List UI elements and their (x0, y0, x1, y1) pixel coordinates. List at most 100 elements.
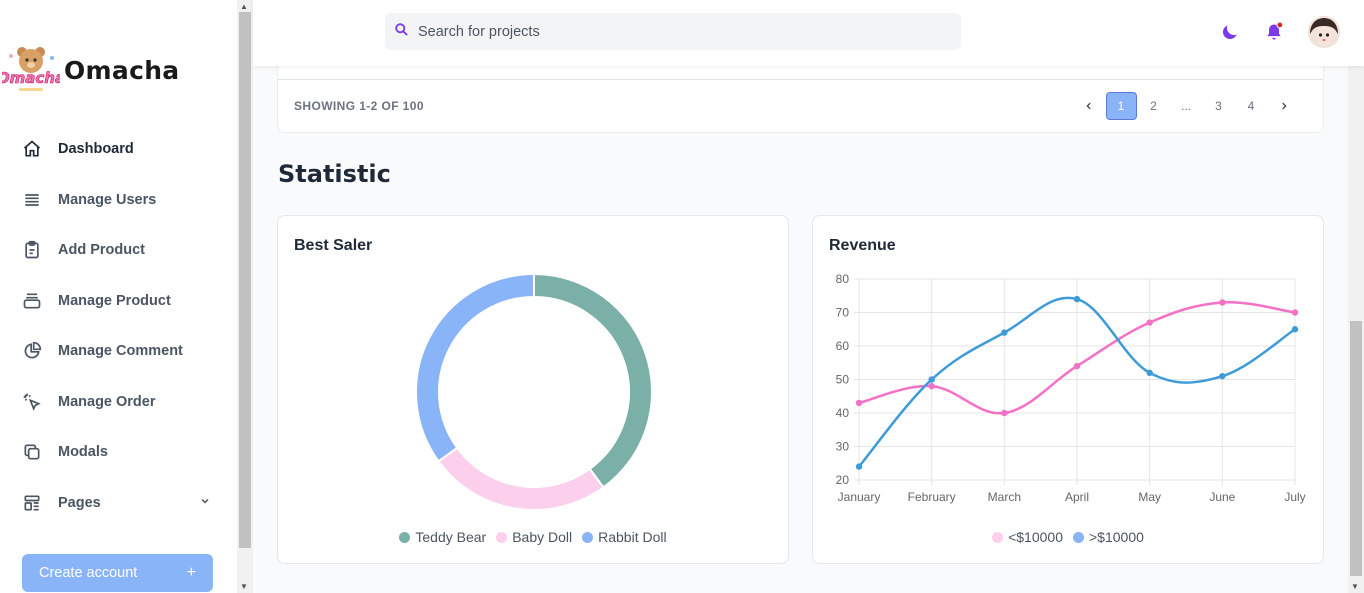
legend-swatch (582, 531, 594, 543)
y-tick-label: 50 (836, 373, 850, 387)
next-page-chevron-icon[interactable] (1268, 92, 1299, 120)
legend-item-teddy-bear[interactable]: Teddy Bear (399, 529, 486, 545)
revenue-card: Revenue 20 30 40 50 60 70 80 January February Mar… (812, 215, 1324, 564)
sidebar-item-modals[interactable]: Modals (0, 427, 237, 478)
data-point[interactable] (855, 399, 863, 407)
donut-slice-baby-doll[interactable] (437, 446, 605, 511)
legend-swatch (399, 531, 411, 543)
scroll-down-arrow-icon[interactable]: ▼ (240, 582, 248, 591)
teddy-logo-icon: Omacha (0, 42, 65, 98)
sidebar-item-manage-product[interactable]: Manage Product (0, 276, 237, 327)
sidebar-item-pages[interactable]: Pages (0, 478, 237, 529)
sidebar-item-label: Pages (58, 494, 101, 511)
legend-item-rabbit-doll[interactable]: Rabbit Doll (582, 529, 667, 545)
table-footer: SHOWING 1-2 OF 100 1 2 ... 3 4 (277, 66, 1324, 133)
page-ellipsis: ... (1180, 99, 1191, 113)
create-account-button[interactable]: Create account + (22, 554, 213, 592)
create-account-label: Create account (39, 565, 138, 581)
legend-label: Rabbit Doll (598, 529, 667, 545)
brand-logo[interactable]: Omacha Omacha (0, 42, 180, 98)
legend-swatch (992, 531, 1004, 543)
legend-swatch (1073, 531, 1084, 543)
data-point[interactable] (1146, 369, 1153, 376)
sidebar-item-label: Manage Order (58, 393, 156, 410)
data-point[interactable] (1291, 309, 1299, 316)
main-scrollbar[interactable]: ▼ (1348, 66, 1364, 593)
sidebar-item-manage-users[interactable]: Manage Users (0, 175, 237, 226)
data-point[interactable] (1001, 329, 1008, 336)
cursor-click-icon (22, 392, 42, 412)
plus-icon: + (186, 564, 196, 581)
donut-slice-teddy-bear[interactable] (533, 272, 653, 489)
sidebar-nav: Dashboard Manage Users Add Product Manag… (0, 124, 237, 528)
y-tick-label: 20 (836, 473, 850, 487)
search-input[interactable] (418, 23, 918, 40)
donut-slice-rabbit-doll[interactable] (415, 272, 535, 463)
legend-item-baby-doll[interactable]: Baby Doll (496, 529, 572, 545)
chart-legend: <$10000 >$10000 (813, 529, 1323, 545)
x-tick-label: May (1138, 490, 1161, 504)
search-bar[interactable] (385, 13, 961, 50)
data-point[interactable] (1001, 409, 1008, 417)
template-icon (22, 493, 42, 513)
chevron-down-icon[interactable] (199, 495, 211, 511)
data-point[interactable] (1073, 362, 1081, 370)
line-chart: 20 30 40 50 60 70 80 January February March April M… (836, 272, 1306, 504)
y-tick-label: 60 (836, 339, 850, 353)
x-tick-label: June (1209, 490, 1235, 504)
page-button-3[interactable]: 3 (1203, 92, 1234, 120)
scroll-down-arrow-icon[interactable]: ▼ (1351, 582, 1359, 591)
sidebar-item-manage-order[interactable]: Manage Order (0, 377, 237, 428)
sidebar-scrollbar[interactable]: ▲ ▼ (237, 0, 253, 593)
home-icon (22, 139, 42, 159)
y-tick-label: 40 (836, 406, 850, 420)
scroll-up-arrow-icon[interactable]: ▲ (240, 2, 248, 11)
data-point[interactable] (855, 463, 863, 470)
divider (278, 79, 1323, 80)
donut-chart (415, 272, 653, 511)
data-point[interactable] (1219, 372, 1226, 380)
legend-label: Teddy Bear (415, 529, 487, 545)
user-avatar[interactable] (1308, 16, 1340, 48)
sidebar-item-label: Manage Product (58, 292, 171, 309)
data-point[interactable] (928, 383, 935, 390)
svg-text:Omacha: Omacha (2, 69, 60, 87)
sidebar-item-label: Modals (58, 444, 108, 461)
bell-icon[interactable] (1264, 21, 1284, 47)
page-button-1[interactable]: 1 (1105, 92, 1137, 120)
duplicate-icon (22, 442, 42, 462)
clipboard-icon (22, 240, 42, 260)
legend-swatch (496, 531, 508, 543)
y-tick-label: 30 (836, 440, 850, 454)
sidebar-scrollbar-thumb[interactable] (239, 12, 251, 548)
page-button-2[interactable]: 2 (1138, 92, 1169, 120)
legend-item-series-1[interactable]: >$10000 (1073, 529, 1144, 545)
showing-count: SHOWING 1-2 OF 100 (294, 99, 424, 113)
main-scrollbar-thumb[interactable] (1350, 321, 1362, 576)
box-icon (22, 291, 42, 311)
chart-legend: Teddy Bear Baby Doll Rabbit Doll (278, 529, 788, 545)
list-icon (22, 190, 42, 210)
data-point[interactable] (1291, 326, 1299, 333)
page-button-4[interactable]: 4 (1236, 92, 1267, 120)
sidebar-item-dashboard[interactable]: Dashboard (0, 124, 237, 175)
previous-page-chevron-icon[interactable] (1073, 92, 1104, 120)
sidebar-item-label: Manage Users (58, 191, 157, 208)
data-point[interactable] (1219, 299, 1226, 306)
moon-icon[interactable] (1220, 22, 1240, 47)
best-saler-card: Best Saler Teddy Bear Baby Doll Rabbit Dol… (277, 215, 789, 564)
sidebar-item-manage-comment[interactable]: Manage Comment (0, 326, 237, 377)
section-title: Statistic (278, 160, 391, 188)
brand-name: Omacha (64, 55, 180, 85)
x-tick-label: February (908, 490, 956, 504)
data-point[interactable] (1073, 295, 1081, 303)
data-point[interactable] (1146, 319, 1153, 326)
sidebar-item-add-product[interactable]: Add Product (0, 225, 237, 276)
legend-label: >$10000 (1089, 529, 1144, 545)
sidebar-item-label: Manage Comment (58, 343, 183, 360)
top-header (253, 0, 1364, 66)
data-point[interactable] (928, 376, 935, 383)
x-tick-label: July (1284, 490, 1305, 504)
legend-item-series-0[interactable]: <$10000 (992, 529, 1063, 545)
sidebar-item-label: Dashboard (58, 141, 134, 158)
